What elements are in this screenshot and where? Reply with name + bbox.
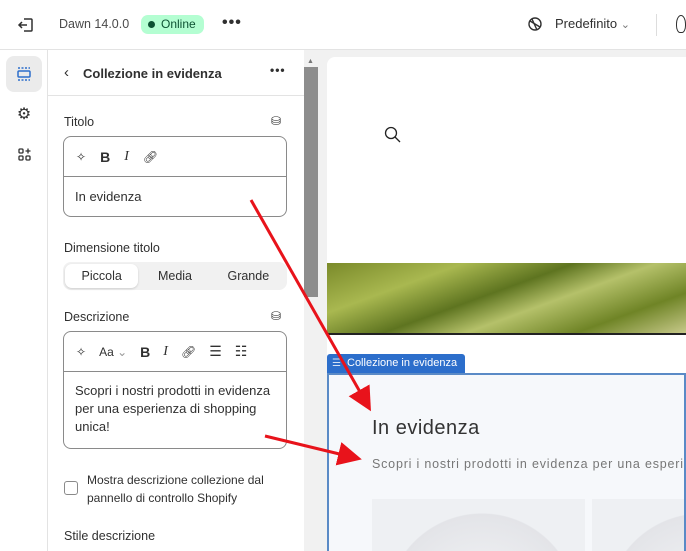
sections-icon[interactable] (6, 56, 42, 92)
globe-icon (527, 16, 543, 32)
ai-sparkle-icon[interactable]: ✧ (76, 150, 86, 164)
exit-icon[interactable] (14, 13, 38, 37)
status-dot-icon (148, 21, 155, 28)
icon-rail: ⚙ (0, 50, 48, 551)
more-options-button[interactable]: ••• (222, 14, 242, 32)
chevron-down-icon: ⌄ (117, 344, 128, 359)
dynamic-source-icon[interactable]: ⛁ (271, 309, 281, 323)
product-card[interactable] (372, 499, 585, 551)
ai-sparkle-icon[interactable]: ✧ (76, 345, 86, 359)
dynamic-source-icon[interactable]: ⛁ (271, 114, 281, 128)
bold-icon[interactable]: B (100, 149, 110, 165)
link-icon[interactable]: 🔗︎ (143, 150, 158, 164)
chevron-down-icon: ⌄ (620, 19, 630, 31)
section-heading: In evidenza (372, 417, 480, 439)
status-text: Online (161, 17, 196, 31)
status-badge: Online (141, 15, 204, 34)
description-style-label: Stile descrizione (64, 529, 156, 543)
product-card[interactable] (592, 499, 684, 551)
back-button[interactable]: ‹ (64, 64, 69, 81)
section-icon: ☰ (332, 358, 341, 369)
locale-label: Predefinito (555, 16, 618, 31)
title-editor[interactable]: ✧ B I 🔗︎ In evidenza (63, 136, 287, 217)
theme-style-icon[interactable] (676, 15, 686, 33)
link-icon[interactable]: 🔗︎ (181, 345, 196, 359)
settings-gear-icon[interactable]: ⚙ (14, 104, 34, 124)
theme-name: Dawn 14.0.0 (59, 17, 130, 31)
section-tag-label: Collezione in evidenza (347, 357, 458, 369)
section-description: Scopri i nostri prodotti in evidenza per… (372, 457, 684, 471)
description-editor[interactable]: ✧ Aa ⌄ B I 🔗︎ ☰ ☷ Scopri i nostri prodot… (63, 331, 287, 449)
checkbox-label: Mostra descrizione collezione dal pannel… (87, 473, 264, 505)
numbered-list-icon[interactable]: ☷ (235, 343, 248, 360)
locale-select[interactable]: Predefinito ⌄ (555, 16, 630, 31)
description-input[interactable]: Scopri i nostri prodotti in evidenza per… (64, 372, 286, 446)
preview-frame: ☰ Collezione in evidenza In evidenza Sco… (327, 57, 686, 551)
show-collection-description-checkbox[interactable] (64, 481, 78, 495)
title-input[interactable]: In evidenza (64, 177, 286, 216)
search-icon[interactable] (383, 125, 401, 143)
apps-icon[interactable] (14, 144, 34, 164)
panel-scrollbar[interactable]: ▲ (304, 50, 318, 551)
description-label: Descrizione (64, 310, 130, 324)
divider (656, 14, 657, 36)
bold-icon[interactable]: B (140, 344, 150, 360)
format-label: Aa (99, 344, 114, 359)
title-size-segmented: Piccola Media Grande (63, 262, 287, 290)
bullet-list-icon[interactable]: ☰ (209, 343, 222, 360)
section-tag[interactable]: ☰ Collezione in evidenza (327, 354, 466, 373)
settings-panel: ‹ Collezione in evidenza ••• Titolo ⛁ ✧ … (48, 50, 304, 551)
size-option-grande[interactable]: Grande (212, 264, 285, 288)
hero-image (327, 263, 686, 335)
scrollbar-thumb[interactable] (304, 67, 318, 297)
divider (48, 95, 304, 96)
featured-collection-section[interactable]: In evidenza Scopri i nostri prodotti in … (327, 373, 686, 551)
panel-more-button[interactable]: ••• (270, 63, 286, 77)
title-field-label: Titolo (64, 115, 95, 129)
italic-icon[interactable]: I (163, 344, 168, 360)
size-option-media[interactable]: Media (138, 264, 211, 288)
text-format-dropdown[interactable]: Aa ⌄ (99, 345, 127, 359)
top-bar: Dawn 14.0.0 Online ••• Predefinito ⌄ (0, 0, 686, 50)
description-toolbar: ✧ Aa ⌄ B I 🔗︎ ☰ ☷ (64, 332, 286, 372)
size-option-piccola[interactable]: Piccola (65, 264, 139, 288)
title-toolbar: ✧ B I 🔗︎ (64, 137, 286, 177)
panel-title: Collezione in evidenza (83, 66, 222, 81)
scroll-up-icon[interactable]: ▲ (307, 58, 314, 65)
italic-icon[interactable]: I (124, 149, 129, 165)
title-size-label: Dimensione titolo (64, 241, 160, 255)
